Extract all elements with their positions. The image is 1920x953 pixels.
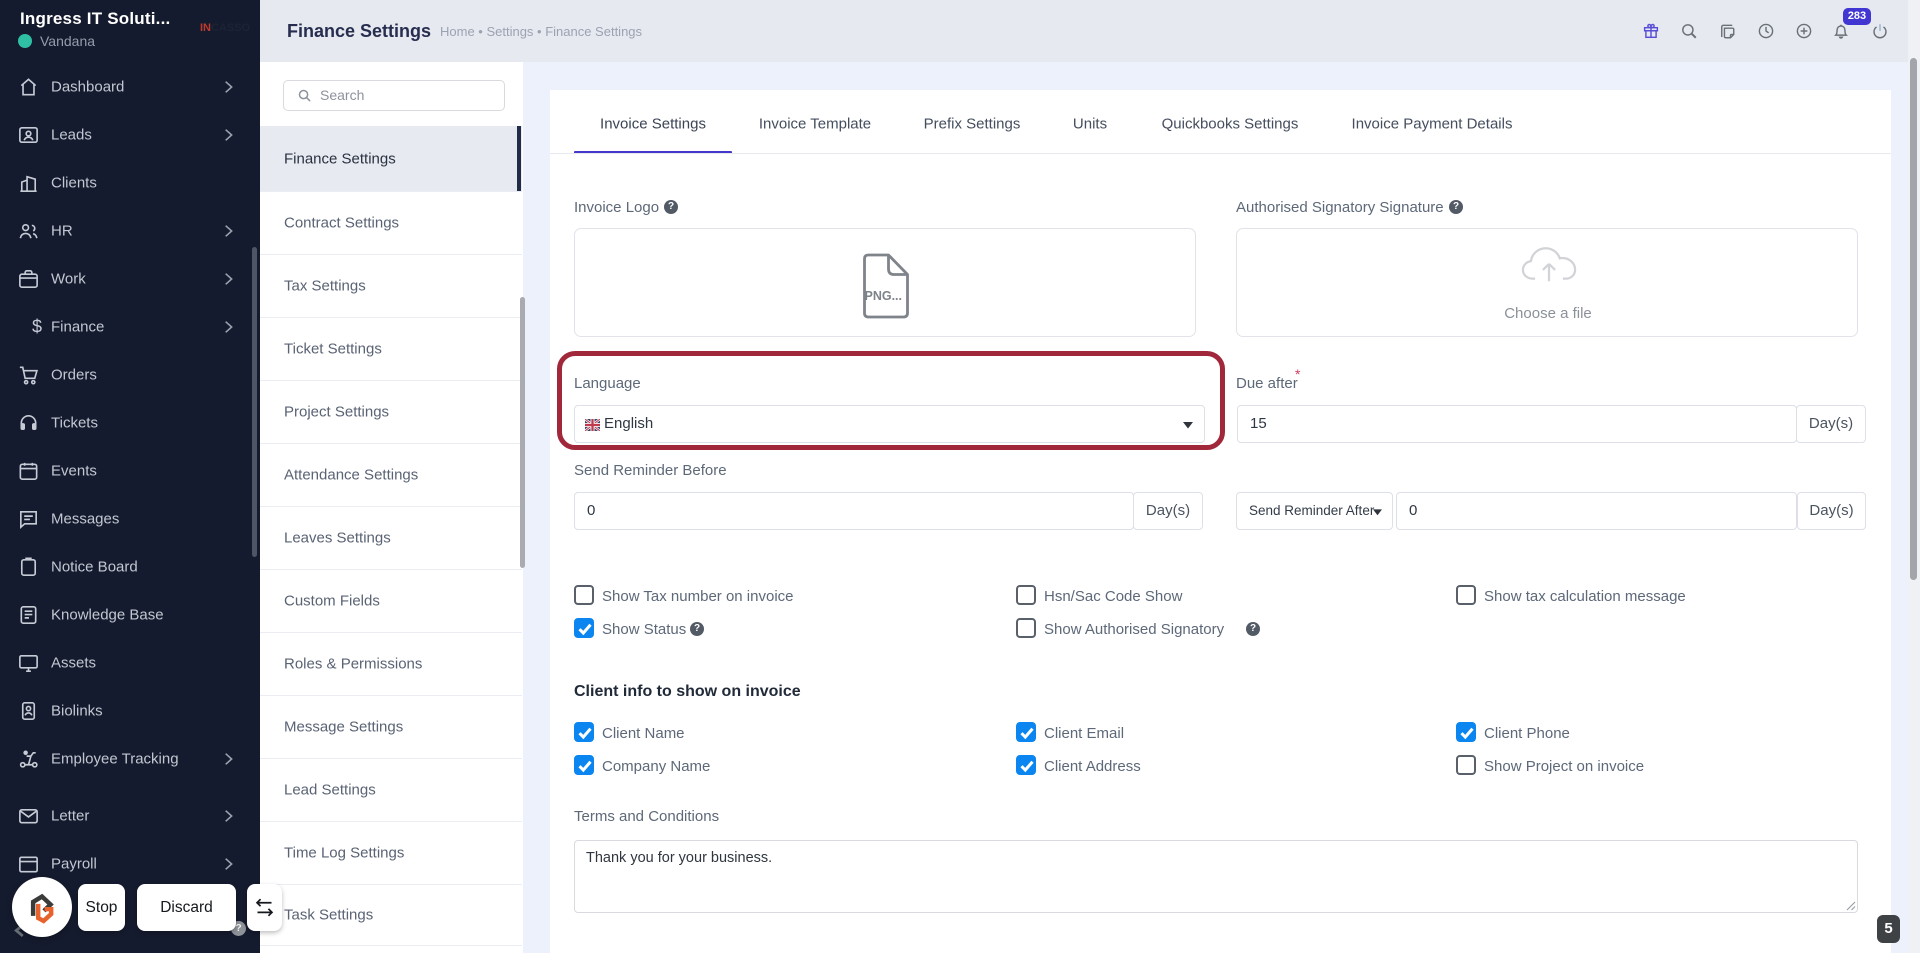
- svg-text:PNG...: PNG...: [865, 289, 903, 303]
